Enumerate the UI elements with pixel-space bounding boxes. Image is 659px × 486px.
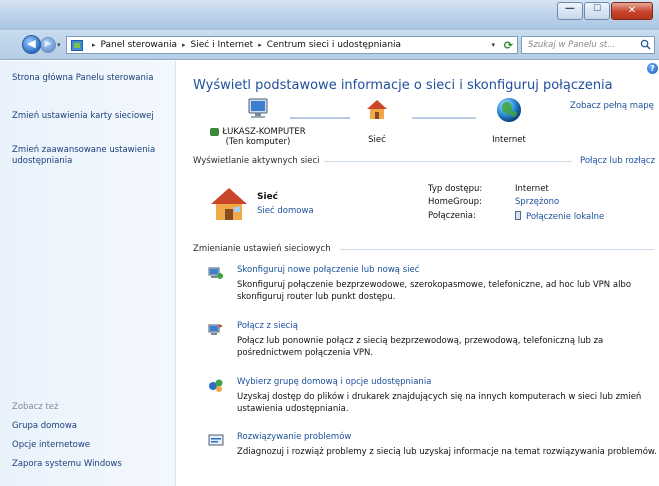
forward-arrow-icon: ▶ (44, 39, 52, 49)
connections-label: Połączenia: (428, 211, 476, 221)
computer-icon (248, 98, 268, 118)
see-full-map-link[interactable]: Zobacz pełną mapę (570, 101, 654, 111)
help-icon[interactable]: ? (647, 63, 658, 74)
close-icon: ✕ (627, 5, 637, 16)
access-type-label: Typ dostępu: (428, 184, 483, 194)
change-settings-heading: Zmienianie ustawień sieciowych (193, 244, 331, 254)
window-controls: — ☐ ✕ (556, 2, 653, 20)
internet-globe-icon (497, 98, 521, 122)
back-button[interactable]: ◀ (22, 35, 41, 54)
divider (324, 161, 572, 162)
internet-node-label: Internet (492, 135, 526, 145)
sidebar-link-internet-options[interactable]: Opcje internetowe (12, 440, 172, 451)
breadcrumb-separator[interactable]: ▸ (182, 41, 186, 49)
back-arrow-icon: ◀ (27, 37, 36, 50)
homegroup-sharing-description: Uzyskaj dostęp do plików i drukarek znaj… (237, 392, 642, 414)
address-bar[interactable]: ▸ Panel sterowania ▸ Sieć i Internet ▸ C… (66, 36, 518, 54)
computer-node: ŁUKASZ-KOMPUTER (Ten komputer) (198, 127, 318, 147)
connect-disconnect-link[interactable]: Połącz lub rozłącz (580, 156, 655, 166)
network-node-label: Sieć (368, 135, 386, 145)
connection-line (412, 117, 476, 119)
maximize-button[interactable]: ☐ (584, 2, 610, 20)
connect-network-link[interactable]: Połącz z siecią (237, 321, 298, 331)
close-button[interactable]: ✕ (611, 2, 653, 20)
breadcrumb-panel-sterowania[interactable]: Panel sterowania (101, 40, 178, 50)
sidebar-link-advanced-sharing[interactable]: Zmień zaawansowane ustawienia udostępnia… (12, 145, 172, 167)
see-also-heading: Zobacz też (12, 402, 59, 412)
maximize-icon: ☐ (592, 4, 602, 14)
connect-network-description: Połącz lub ponownie połącz z siecią bezp… (237, 336, 604, 358)
homegroup-sharing-link[interactable]: Wybierz grupę domową i opcje udostępnian… (237, 377, 431, 387)
refresh-icon[interactable]: ⟳ (504, 39, 513, 52)
minimize-icon: — (565, 3, 575, 14)
address-dropdown-icon[interactable]: ▾ (491, 41, 495, 49)
network-name: Sieć (257, 192, 279, 202)
sidebar-link-adapter-settings[interactable]: Zmień ustawienia karty sieciowej (12, 111, 172, 122)
lan-adapter-icon (515, 211, 521, 220)
network-type-link[interactable]: Sieć domowa (257, 206, 314, 216)
troubleshoot-description: Zdiagnozuj i rozwiąż problemy z siecią l… (237, 447, 657, 457)
network-setup-icon (208, 267, 223, 279)
page-title: Wyświetl podstawowe informacje o sieci i… (193, 78, 613, 93)
troubleshoot-icon (208, 434, 224, 446)
forward-button[interactable]: ▶ (40, 37, 56, 53)
troubleshoot-link[interactable]: Rozwiązywanie problemów (237, 432, 351, 442)
sidebar-link-windows-firewall[interactable]: Zapora systemu Windows (12, 459, 172, 470)
network-users-icon (210, 128, 220, 136)
recent-pages-dropdown[interactable]: ▾ (57, 41, 61, 49)
local-connection-link[interactable]: Połączenie lokalne (515, 211, 604, 222)
search-icon[interactable] (640, 39, 651, 50)
computer-name: ŁUKASZ-KOMPUTER (222, 127, 306, 137)
homegroup-label: HomeGroup: (428, 197, 482, 207)
active-networks-heading: Wyświetlanie aktywnych sieci (193, 156, 320, 166)
divider (340, 249, 654, 250)
homegroup-icon (209, 379, 223, 392)
navigation-bar: ◀ ▶ ▾ ▸ Panel sterowania ▸ Sieć i Intern… (0, 30, 659, 60)
access-type-value: Internet (515, 184, 549, 194)
connect-network-icon (208, 324, 223, 335)
minimize-button[interactable]: — (557, 2, 583, 20)
computer-subtitle: (Ten komputer) (225, 137, 291, 147)
control-panel-icon (71, 39, 83, 51)
title-bar: — ☐ ✕ (0, 0, 659, 30)
home-network-icon (211, 188, 247, 220)
breadcrumb-siec-i-internet[interactable]: Sieć i Internet (191, 40, 254, 50)
breadcrumb-separator[interactable]: ▸ (92, 41, 96, 49)
search-box[interactable]: Szukaj w Panelu st... (521, 36, 655, 54)
task-pane: Strona główna Panelu sterowania Zmień us… (0, 61, 176, 486)
breadcrumb-separator[interactable]: ▸ (258, 41, 262, 49)
setup-connection-link[interactable]: Skonfiguruj nowe połączenie lub nową sie… (237, 265, 419, 275)
local-connection-label: Połączenie lokalne (526, 212, 605, 222)
setup-connection-description: Skonfiguruj połączenie bezprzewodowe, sz… (237, 280, 632, 302)
search-placeholder: Szukaj w Panelu st... (528, 40, 616, 50)
breadcrumb-centrum-sieci[interactable]: Centrum sieci i udostępniania (267, 40, 401, 50)
sidebar-link-control-panel-home[interactable]: Strona główna Panelu sterowania (12, 73, 172, 84)
house-icon (367, 100, 387, 119)
homegroup-value-link[interactable]: Sprzężono (515, 197, 559, 207)
connection-line (290, 117, 350, 119)
sidebar-link-homegroup[interactable]: Grupa domowa (12, 421, 172, 432)
